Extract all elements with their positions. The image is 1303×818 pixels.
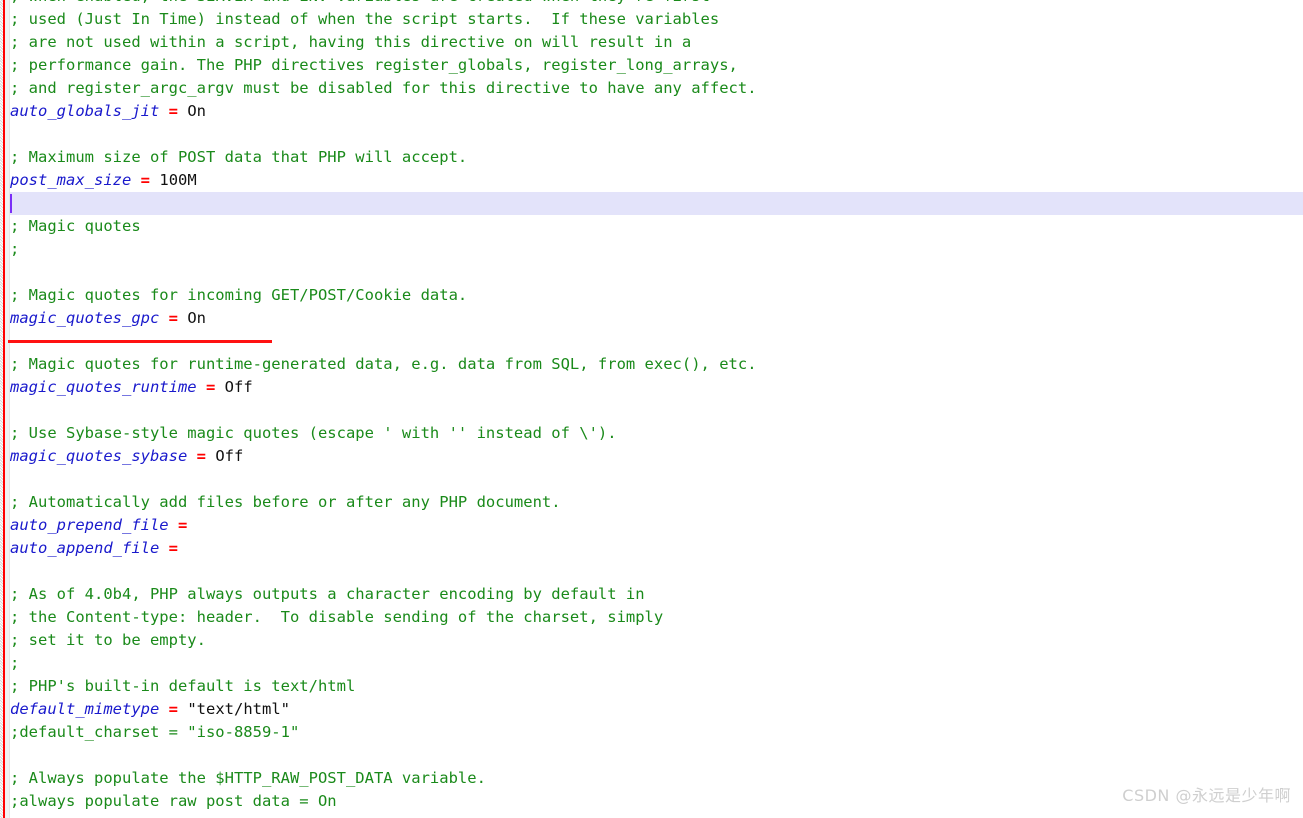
code-line[interactable]: ; the Content-type: header. To disable s… — [0, 606, 1303, 629]
code-content[interactable]: ; When enabled, the SERVER and ENV varia… — [0, 0, 1303, 813]
ini-equals-sign: = — [205, 378, 216, 396]
code-line[interactable]: ; Use Sybase-style magic quotes (escape … — [0, 422, 1303, 445]
code-line[interactable] — [0, 468, 1303, 491]
ini-comment: ; Magic quotes for runtime-generated dat… — [10, 355, 757, 373]
code-line[interactable]: magic_quotes_sybase = Off — [0, 445, 1303, 468]
ini-comment: ; Magic quotes — [10, 217, 141, 235]
code-line[interactable]: ; performance gain. The PHP directives r… — [0, 54, 1303, 77]
ini-comment: ; — [10, 654, 20, 672]
ini-comment: ; used (Just In Time) instead of when th… — [10, 10, 720, 28]
code-line[interactable] — [0, 261, 1303, 284]
ini-directive-value: On — [187, 102, 207, 120]
code-line[interactable] — [0, 744, 1303, 767]
ini-comment: ; As of 4.0b4, PHP always outputs a char… — [10, 585, 645, 603]
ini-directive-name: auto_append_file — [10, 539, 160, 557]
ini-comment: ; the Content-type: header. To disable s… — [10, 608, 664, 626]
ini-directive-value: 100M — [159, 171, 197, 189]
ini-comment: ; Magic quotes for incoming GET/POST/Coo… — [10, 286, 468, 304]
red-underline-annotation — [8, 340, 272, 343]
ini-equals-sign: = — [168, 539, 178, 557]
code-line[interactable]: ; — [0, 238, 1303, 261]
code-line[interactable]: ; Magic quotes — [0, 215, 1303, 238]
code-line[interactable]: ; When enabled, the SERVER and ENV varia… — [0, 0, 1303, 8]
ini-directive-name: magic_quotes_runtime — [10, 378, 197, 396]
ini-comment: ; are not used within a script, having t… — [10, 33, 692, 51]
ini-equals-sign: = — [177, 516, 188, 534]
modified-marker-bar — [3, 0, 5, 818]
ini-comment: ; When enabled, the SERVER and ENV varia… — [10, 0, 710, 5]
code-line[interactable]: ; — [0, 652, 1303, 675]
code-line[interactable] — [0, 560, 1303, 583]
ini-directive-name: magic_quotes_sybase — [10, 447, 188, 465]
text-caret — [10, 194, 12, 213]
ini-comment: ; Automatically add files before or afte… — [10, 493, 561, 511]
ini-comment: ; performance gain. The PHP directives r… — [10, 56, 738, 74]
code-line-current[interactable] — [0, 192, 1303, 215]
ini-comment: ; PHP's built-in default is text/html — [10, 677, 356, 695]
code-line[interactable]: ; are not used within a script, having t… — [0, 31, 1303, 54]
code-line[interactable]: ; Magic quotes for incoming GET/POST/Coo… — [0, 284, 1303, 307]
code-line[interactable]: ; Magic quotes for runtime-generated dat… — [0, 353, 1303, 376]
ini-equals-sign: = — [168, 309, 178, 327]
code-line[interactable]: ; As of 4.0b4, PHP always outputs a char… — [0, 583, 1303, 606]
ini-comment: ;always populate raw post data = On — [10, 792, 337, 810]
code-line[interactable]: ; set it to be empty. — [0, 629, 1303, 652]
code-line[interactable]: auto_append_file = — [0, 537, 1303, 560]
code-editor[interactable]: ; When enabled, the SERVER and ENV varia… — [0, 0, 1303, 818]
ini-equals-sign: = — [196, 447, 206, 465]
ini-comment: ; Maximum size of POST data that PHP wil… — [10, 148, 468, 166]
ini-directive-name: post_max_size — [10, 171, 132, 189]
code-line[interactable]: ;always populate raw post data = On — [0, 790, 1303, 813]
code-line[interactable]: ; used (Just In Time) instead of when th… — [0, 8, 1303, 31]
ini-directive-name: auto_globals_jit — [10, 102, 160, 120]
ini-equals-sign: = — [168, 102, 178, 120]
ini-directive-name: magic_quotes_gpc — [10, 309, 160, 327]
ini-comment: ; Always populate the $HTTP_RAW_POST_DAT… — [10, 769, 486, 787]
ini-equals-sign: = — [140, 171, 151, 189]
code-line[interactable] — [0, 123, 1303, 146]
editor-fold-gutter[interactable] — [5, 0, 10, 818]
ini-comment: ; and register_argc_argv must be disable… — [10, 79, 757, 97]
ini-directive-value: Off — [224, 378, 253, 396]
ini-comment: ;default_charset = "iso-8859-1" — [10, 723, 300, 741]
code-line[interactable]: auto_prepend_file = — [0, 514, 1303, 537]
code-line[interactable]: magic_quotes_runtime = Off — [0, 376, 1303, 399]
ini-directive-value: "text/html" — [187, 700, 290, 718]
ini-directive-value: Off — [215, 447, 244, 465]
ini-comment: ; Use Sybase-style magic quotes (escape … — [10, 424, 617, 442]
code-line[interactable]: ; Maximum size of POST data that PHP wil… — [0, 146, 1303, 169]
code-line[interactable]: ; PHP's built-in default is text/html — [0, 675, 1303, 698]
code-line[interactable]: ;default_charset = "iso-8859-1" — [0, 721, 1303, 744]
code-line[interactable]: ; and register_argc_argv must be disable… — [0, 77, 1303, 100]
code-line[interactable] — [0, 399, 1303, 422]
ini-directive-name: auto_prepend_file — [10, 516, 169, 534]
code-line[interactable]: ; Always populate the $HTTP_RAW_POST_DAT… — [0, 767, 1303, 790]
code-line[interactable]: default_mimetype = "text/html" — [0, 698, 1303, 721]
code-line[interactable]: auto_globals_jit = On — [0, 100, 1303, 123]
code-line[interactable]: ; Automatically add files before or afte… — [0, 491, 1303, 514]
ini-directive-name: default_mimetype — [10, 700, 160, 718]
ini-equals-sign: = — [168, 700, 178, 718]
csdn-watermark: CSDN @永远是少年啊 — [1122, 786, 1291, 805]
code-line[interactable]: magic_quotes_gpc = On — [0, 307, 1303, 330]
ini-comment: ; set it to be empty. — [10, 631, 206, 649]
ini-directive-value: On — [187, 309, 207, 327]
ini-comment: ; — [10, 240, 20, 258]
code-line[interactable]: post_max_size = 100M — [0, 169, 1303, 192]
